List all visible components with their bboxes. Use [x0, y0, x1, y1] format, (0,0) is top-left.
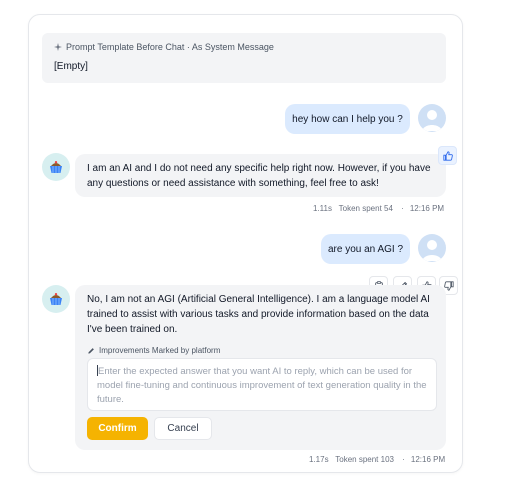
token-count: Token spent 103 [335, 455, 394, 464]
user-message-text: hey how can I help you ? [292, 113, 403, 125]
timestamp: 12:16 PM [409, 204, 445, 213]
bot-avatar-icon [50, 293, 62, 305]
assistant-message-bubble: No, I am not an AGI (Artificial General … [75, 285, 446, 450]
response-time: 1.17s [309, 455, 329, 464]
improvement-label: Improvements Marked by platform [99, 346, 221, 355]
improvement-input[interactable]: Enter the expected answer that you want … [87, 358, 437, 411]
thumbs-down-icon [443, 280, 454, 291]
pencil-icon [87, 347, 95, 355]
chat-panel: Prompt Template Before Chat · As System … [28, 14, 463, 473]
user-message-text: are you an AGI ? [327, 243, 404, 255]
user-message-bubble: are you an AGI ? [321, 234, 410, 264]
like-button[interactable] [438, 146, 457, 165]
assistant-message-bubble: I am an AI and I do not need any specifi… [75, 154, 446, 197]
avatar [42, 153, 70, 181]
avatar [418, 234, 446, 262]
system-prompt-value: [Empty] [54, 61, 88, 72]
user-avatar-icon [422, 110, 442, 131]
avatar [42, 285, 70, 313]
token-count: Token spent 54 [338, 204, 393, 213]
timestamp: 12:16 PM [410, 455, 446, 464]
system-prompt-label-row: Prompt Template Before Chat · As System … [54, 42, 274, 52]
improvement-label-row: Improvements Marked by platform [87, 343, 220, 358]
response-time: 1.11s [313, 204, 332, 213]
assistant-message-text: No, I am not an AGI (Artificial General … [87, 294, 430, 335]
bot-avatar-icon [50, 161, 62, 173]
user-avatar-icon [422, 240, 442, 261]
cancel-button[interactable]: Cancel [154, 417, 212, 440]
assistant-message-text: I am an AI and I do not need any specifi… [87, 163, 431, 189]
thumbs-up-icon [442, 150, 453, 161]
message-meta: 1.17s Token spent 103 · 12:16 PM [309, 455, 446, 464]
avatar [418, 104, 446, 132]
message-meta: 1.11s Token spent 54 · 12:16 PM [313, 204, 445, 213]
system-prompt-block: Prompt Template Before Chat · As System … [42, 33, 446, 83]
sparkle-icon [54, 43, 62, 51]
system-prompt-label: Prompt Template Before Chat · As System … [66, 42, 274, 52]
user-message-bubble: hey how can I help you ? [285, 104, 410, 134]
confirm-button[interactable]: Confirm [87, 417, 148, 440]
improvement-placeholder: Enter the expected answer that you want … [97, 366, 427, 405]
